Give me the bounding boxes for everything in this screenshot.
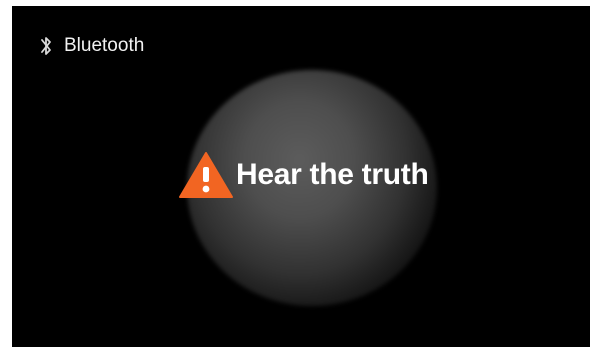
bluetooth-label: Bluetooth <box>64 35 145 56</box>
bluetooth-icon <box>41 37 51 55</box>
warning-triangle-icon <box>179 152 233 198</box>
bluetooth-header: Bluetooth <box>38 34 144 58</box>
headline: Hear the truth <box>178 151 429 199</box>
headline-text: Hear the truth <box>236 158 429 191</box>
app-screen: Bluetooth Hear the truth <box>12 6 590 347</box>
